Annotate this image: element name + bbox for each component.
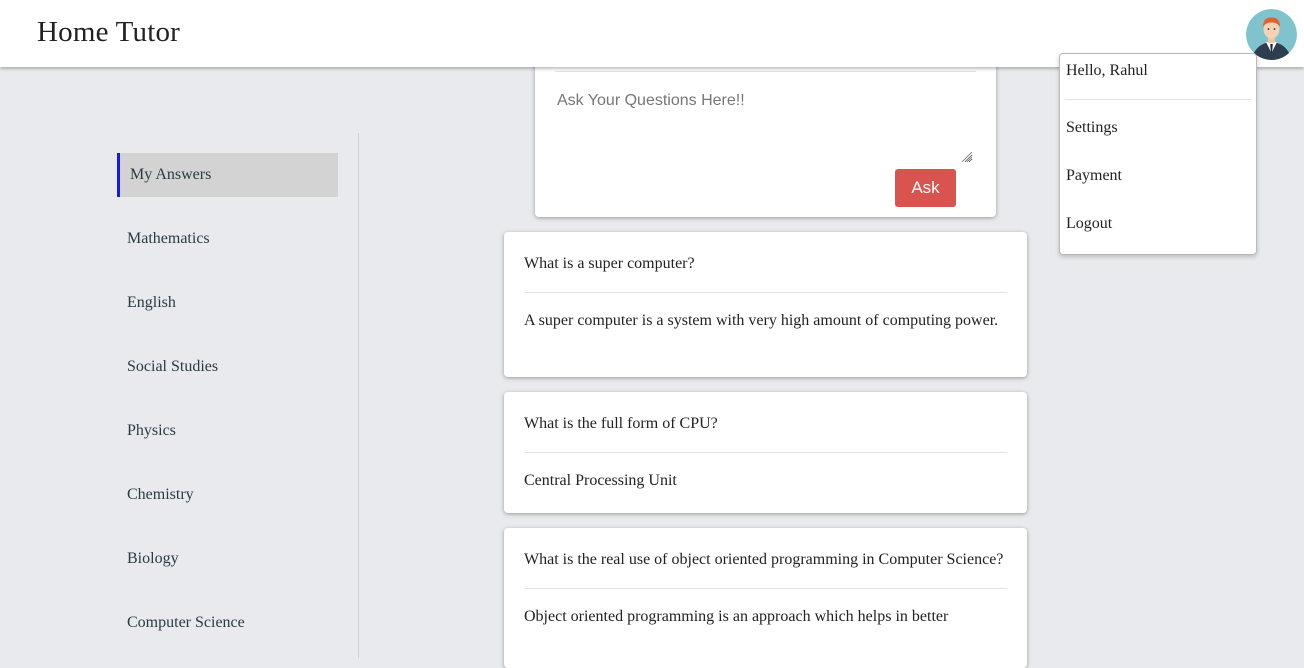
sidebar-item-biology[interactable]: Biology bbox=[117, 537, 338, 581]
answer-text: Object oriented programming is an approa… bbox=[524, 608, 949, 625]
sidebar-item-label: Biology bbox=[127, 550, 179, 567]
sidebar-item-social-studies[interactable]: Social Studies bbox=[117, 345, 338, 389]
question-text: What is the real use of object oriented … bbox=[524, 551, 1004, 568]
user-greeting: Hello, Rahul bbox=[1066, 62, 1148, 79]
ask-question-card: Ask bbox=[535, 50, 996, 217]
answer-text: Central Processing Unit bbox=[524, 472, 677, 489]
sidebar-item-physics[interactable]: Physics bbox=[117, 409, 338, 453]
answer-text: A super computer is a system with very h… bbox=[524, 312, 999, 329]
user-dropdown-menu: Hello, Rahul Settings Payment Logout bbox=[1059, 53, 1257, 255]
sidebar-item-chemistry[interactable]: Chemistry bbox=[117, 473, 338, 517]
divider bbox=[1065, 99, 1252, 100]
sidebar-item-computer-science[interactable]: Computer Science bbox=[117, 601, 338, 645]
sidebar-divider bbox=[358, 133, 359, 658]
sidebar-item-my-answers[interactable]: My Answers bbox=[117, 153, 338, 197]
resize-handle-icon[interactable] bbox=[962, 152, 972, 162]
ask-button[interactable]: Ask bbox=[895, 169, 956, 207]
qa-card: What is a super computer? A super comput… bbox=[504, 232, 1027, 377]
question-text: What is the full form of CPU? bbox=[524, 415, 718, 432]
divider bbox=[555, 71, 976, 72]
sidebar-item-label: Computer Science bbox=[127, 614, 245, 631]
sidebar-item-mathematics[interactable]: Mathematics bbox=[117, 217, 338, 261]
sidebar-item-label: Social Studies bbox=[127, 358, 219, 375]
menu-item-payment[interactable]: Payment bbox=[1066, 167, 1246, 185]
sidebar-item-label: Chemistry bbox=[127, 486, 194, 503]
sidebar-item-label: Mathematics bbox=[127, 230, 210, 247]
sidebar-item-label: Physics bbox=[127, 422, 176, 439]
sidebar-item-label: My Answers bbox=[130, 166, 212, 183]
qa-card: What is the real use of object oriented … bbox=[504, 528, 1027, 668]
sidebar-item-label: English bbox=[127, 294, 176, 311]
qa-card: What is the full form of CPU? Central Pr… bbox=[504, 392, 1027, 513]
menu-item-logout[interactable]: Logout bbox=[1066, 215, 1246, 233]
question-text: What is a super computer? bbox=[524, 255, 695, 272]
brand-title[interactable]: Home Tutor bbox=[37, 16, 180, 49]
sidebar-item-english[interactable]: English bbox=[117, 281, 338, 325]
question-input[interactable] bbox=[555, 82, 973, 163]
menu-item-settings[interactable]: Settings bbox=[1066, 119, 1246, 137]
